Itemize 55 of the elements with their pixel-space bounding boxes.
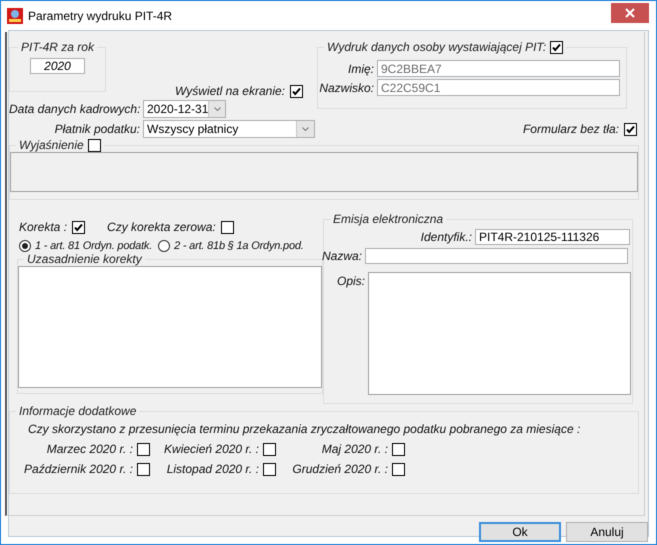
checkbox[interactable] xyxy=(290,84,303,98)
checkbox[interactable] xyxy=(624,122,637,136)
chevron-down-icon xyxy=(302,127,309,131)
field-label: Imię: xyxy=(346,62,374,76)
radio-label: 1 - art. 81 Ordyn. podatk. xyxy=(35,240,152,252)
chevron-down-icon xyxy=(214,107,221,111)
dialog-button[interactable]: Ok xyxy=(479,522,561,542)
field-label: Korekta : xyxy=(19,220,68,234)
checkbox[interactable] xyxy=(550,40,564,54)
description-field[interactable] xyxy=(368,272,631,395)
group-title: Wyjaśnienie xyxy=(19,138,84,152)
checkbox[interactable] xyxy=(137,442,150,456)
group-title: Uzasadnienie korekty xyxy=(27,252,142,266)
text-field[interactable]: PIT4R-210125-111326 xyxy=(475,229,630,245)
field-label: Październik 2020 r. : xyxy=(23,462,133,476)
field-label: Grudzień 2020 r. : xyxy=(291,462,388,476)
date-dropdown[interactable]: 2020-12-31 xyxy=(143,100,226,118)
checkbox[interactable] xyxy=(72,220,86,234)
close-icon xyxy=(625,8,635,18)
field-label: Nazwa: xyxy=(321,249,362,263)
field-label: Opis: xyxy=(336,273,365,288)
field-label: Czy korekta zerowa: xyxy=(107,220,216,234)
radio-button[interactable] xyxy=(158,240,170,252)
checkbox[interactable] xyxy=(137,462,150,476)
checkbox[interactable] xyxy=(392,462,405,476)
group-title: Emisja elektroniczna xyxy=(333,212,444,226)
group-title: PIT-4R za rok xyxy=(21,40,94,54)
checkbox[interactable] xyxy=(392,442,405,456)
checkbox[interactable] xyxy=(220,220,234,234)
field-label: Data danych kadrowych: xyxy=(9,102,140,116)
question-text: Czy skorzystano z przesunięcia terminu przekazania zryczałtowanego podatku pobranego za miesiące : xyxy=(28,422,582,436)
explanation-field[interactable] xyxy=(10,152,638,192)
field-label: Maj 2020 r. : xyxy=(320,442,388,456)
field-label: Nazwisko: xyxy=(318,80,374,94)
field-label: Kwiecień 2020 r. : xyxy=(163,442,259,456)
field-label: Płatnik podatku: xyxy=(54,122,140,136)
group-title: Wydruk danych osoby wystawiającej PIT: xyxy=(327,40,546,54)
checkbox[interactable] xyxy=(263,462,276,476)
window-title: Parametry wydruku PIT-4R xyxy=(28,8,172,22)
app-icon xyxy=(7,8,23,24)
field-label: Wyświetl na ekranie: xyxy=(174,84,285,98)
field-label: Formularz bez tła: xyxy=(522,122,619,136)
field-label: Listopad 2020 r. : xyxy=(166,462,259,476)
radio-button[interactable] xyxy=(19,240,31,252)
dialog-button[interactable]: Anuluj xyxy=(566,522,648,542)
field-label: Identyfik.: xyxy=(420,230,472,244)
field-label: Marzec 2020 r. : xyxy=(46,442,133,456)
checkbox[interactable] xyxy=(263,442,276,456)
payer-dropdown[interactable]: Wszyscy płatnicy xyxy=(143,120,315,138)
text-field[interactable] xyxy=(365,248,628,264)
radio-label: 2 - art. 81b § 1a Ordyn.pod. xyxy=(174,240,304,252)
checkbox[interactable] xyxy=(88,138,101,152)
year-field[interactable]: 2020 xyxy=(30,58,85,74)
group-title: Informacje dodatkowe xyxy=(19,404,136,418)
close-button[interactable] xyxy=(611,2,649,22)
